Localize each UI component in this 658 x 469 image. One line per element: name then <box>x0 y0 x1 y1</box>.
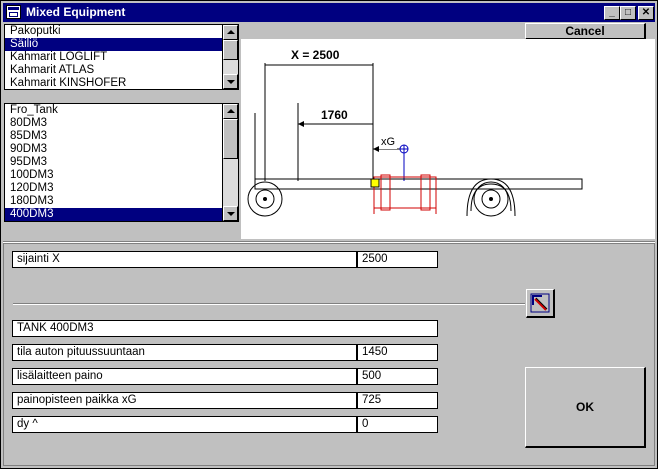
xg-label: xG <box>379 136 398 149</box>
tila-input[interactable]: 1450 <box>357 344 438 361</box>
maximize-button[interactable]: □ <box>620 6 636 20</box>
list-item[interactable]: 80DM3 <box>5 117 222 130</box>
paino-input[interactable]: 500 <box>357 368 438 385</box>
ok-button[interactable]: OK <box>525 367 646 448</box>
sijainti-label: sijainti X <box>12 251 357 268</box>
category-listbox[interactable]: Pakoputki Säiliö Kahmarit LOGLIFT Kahmarit … <box>4 24 239 90</box>
scroll-down-icon[interactable] <box>223 206 238 221</box>
category-scrollbar[interactable] <box>222 25 238 89</box>
list-item[interactable]: Pakoputki <box>5 25 222 38</box>
list-item[interactable]: 85DM3 <box>5 130 222 143</box>
pick-position-button[interactable] <box>526 289 555 318</box>
chassis-frame <box>254 178 583 190</box>
vehicle-diagram: X = 2500 1760 xG <box>241 39 655 239</box>
position-slider-track[interactable] <box>13 303 525 305</box>
list-item[interactable]: 120DM3 <box>5 182 222 195</box>
size-scrollbar[interactable] <box>222 104 238 221</box>
dim-inner-label: 1760 <box>319 108 350 122</box>
scroll-down-icon[interactable] <box>223 74 238 89</box>
pick-position-icon <box>530 293 550 313</box>
dy-label: dy ^ <box>12 416 357 433</box>
dim-inner-arrowhead <box>298 121 304 127</box>
scroll-thumb[interactable] <box>223 40 238 60</box>
list-item[interactable]: 95DM3 <box>5 156 222 169</box>
list-item[interactable]: Kahmarit ATLAS <box>5 64 222 77</box>
tank-body <box>373 176 437 209</box>
list-item[interactable]: 90DM3 <box>5 143 222 156</box>
app-window-icon[interactable] <box>6 5 21 19</box>
painopiste-input[interactable]: 725 <box>357 392 438 409</box>
equipment-name-field: TANK 400DM3 <box>12 320 438 337</box>
size-listbox[interactable]: Fro_Tank 80DM3 85DM3 90DM3 95DM3 100DM3 120DM3… <box>4 103 239 222</box>
paino-label: lisälaitteen paino <box>12 368 357 385</box>
tank-band-left <box>380 174 391 211</box>
list-item[interactable]: Fro_Tank <box>5 104 222 117</box>
list-item[interactable]: Säiliö <box>5 38 222 51</box>
painopiste-label: painopisteen paikka xG <box>12 392 357 409</box>
list-item[interactable]: Kahmarit LOGLIFT <box>5 51 222 64</box>
dim-x-label: X = 2500 <box>289 48 342 62</box>
list-item[interactable]: Kahmarit KINSHOFER <box>5 77 222 89</box>
dy-input[interactable]: 0 <box>357 416 438 433</box>
scroll-up-icon[interactable] <box>223 104 238 119</box>
list-item[interactable]: 400DM3 <box>5 208 222 221</box>
front-wheel-center <box>263 197 267 201</box>
tila-label: tila auton pituussuuntaan <box>12 344 357 361</box>
category-items: Pakoputki Säiliö Kahmarit LOGLIFT Kahmarit … <box>5 25 222 89</box>
cancel-button[interactable]: Cancel <box>525 23 646 40</box>
scroll-up-icon[interactable] <box>223 25 238 40</box>
list-item[interactable]: 100DM3 <box>5 169 222 182</box>
diagram-svg <box>247 63 583 217</box>
list-item[interactable]: 180DM3 <box>5 195 222 208</box>
rear-wheel-center <box>489 197 493 201</box>
title-bar[interactable]: Mixed Equipment _ □ ✕ <box>3 3 655 22</box>
close-button[interactable]: ✕ <box>638 6 654 20</box>
tank-band-right <box>420 174 431 211</box>
position-marker[interactable] <box>370 178 380 188</box>
scroll-thumb[interactable] <box>223 119 238 159</box>
sijainti-input[interactable]: 2500 <box>357 251 438 268</box>
mixed-equipment-window: Mixed Equipment _ □ ✕ Pakoputki Säiliö Kah… <box>0 0 658 469</box>
window-title: Mixed Equipment <box>26 5 126 19</box>
size-items: Fro_Tank 80DM3 85DM3 90DM3 95DM3 100DM3 120DM3… <box>5 104 222 221</box>
minimize-button[interactable]: _ <box>604 6 620 20</box>
